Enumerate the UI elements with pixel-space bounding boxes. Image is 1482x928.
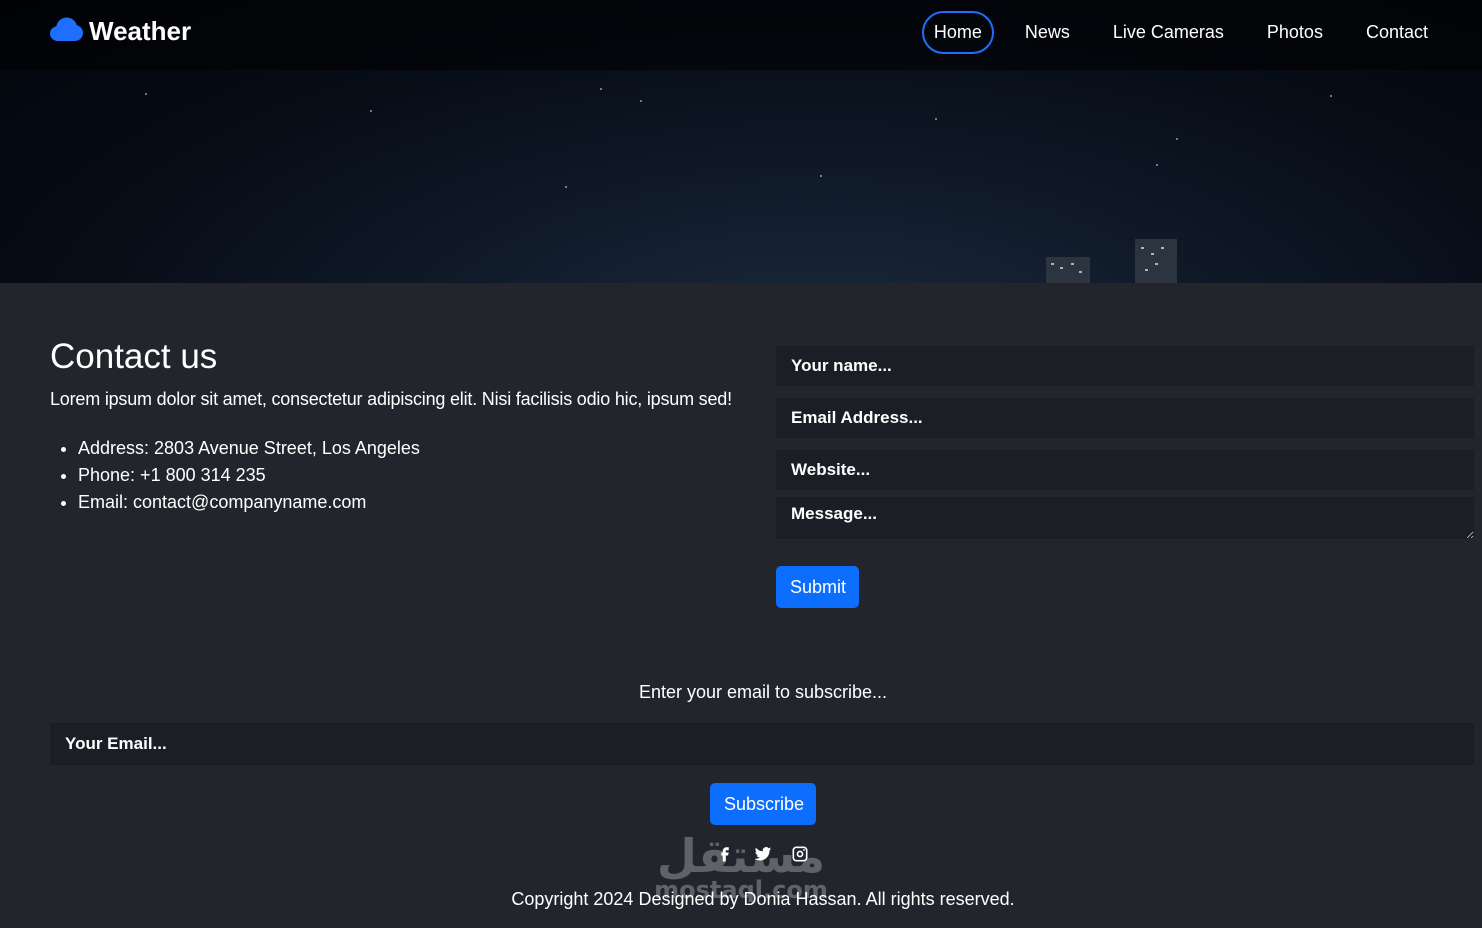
nav-item-home[interactable]: Home: [921, 10, 994, 54]
brand-name: Weather: [89, 15, 192, 46]
nav-item-contact[interactable]: Contact: [1354, 11, 1440, 54]
instagram-icon[interactable]: [790, 844, 810, 864]
nav-item-news[interactable]: News: [1013, 11, 1082, 54]
cloud-icon: [50, 17, 83, 46]
website-input[interactable]: [776, 450, 1474, 490]
nav-item-live-cameras[interactable]: Live Cameras: [1101, 11, 1236, 54]
facebook-icon[interactable]: [715, 844, 735, 864]
social-links: [715, 844, 810, 864]
copyright-text: Copyright 2024 Designed by Donia Hassan.…: [511, 889, 1015, 909]
subscribe-label: Enter your email to subscribe...: [638, 682, 888, 702]
submit-button[interactable]: Submit: [776, 566, 859, 608]
contact-email: Email: contact@companyname.com: [78, 491, 420, 518]
city-building: [1046, 257, 1090, 283]
main-nav: Home News Live Cameras Photos Contact: [903, 10, 1440, 54]
contact-title: Contact us: [50, 337, 218, 376]
contact-address: Address: 2803 Avenue Street, Los Angeles: [78, 437, 420, 464]
name-input[interactable]: [776, 346, 1474, 386]
contact-phone: Phone: +1 800 314 235: [78, 464, 420, 491]
email-input[interactable]: [776, 398, 1474, 438]
subscribe-button[interactable]: Subscribe: [710, 783, 816, 825]
brand-logo[interactable]: Weather: [50, 14, 191, 48]
contact-details: Address: 2803 Avenue Street, Los Angeles…: [78, 437, 420, 518]
contact-description: Lorem ipsum dolor sit amet, consectetur …: [50, 389, 732, 409]
twitter-icon[interactable]: [753, 844, 773, 864]
nav-item-photos[interactable]: Photos: [1255, 11, 1335, 54]
subscribe-email-input[interactable]: [50, 723, 1474, 765]
contact-form: [776, 346, 1474, 539]
message-textarea[interactable]: [776, 497, 1474, 539]
city-building: [1135, 239, 1177, 283]
